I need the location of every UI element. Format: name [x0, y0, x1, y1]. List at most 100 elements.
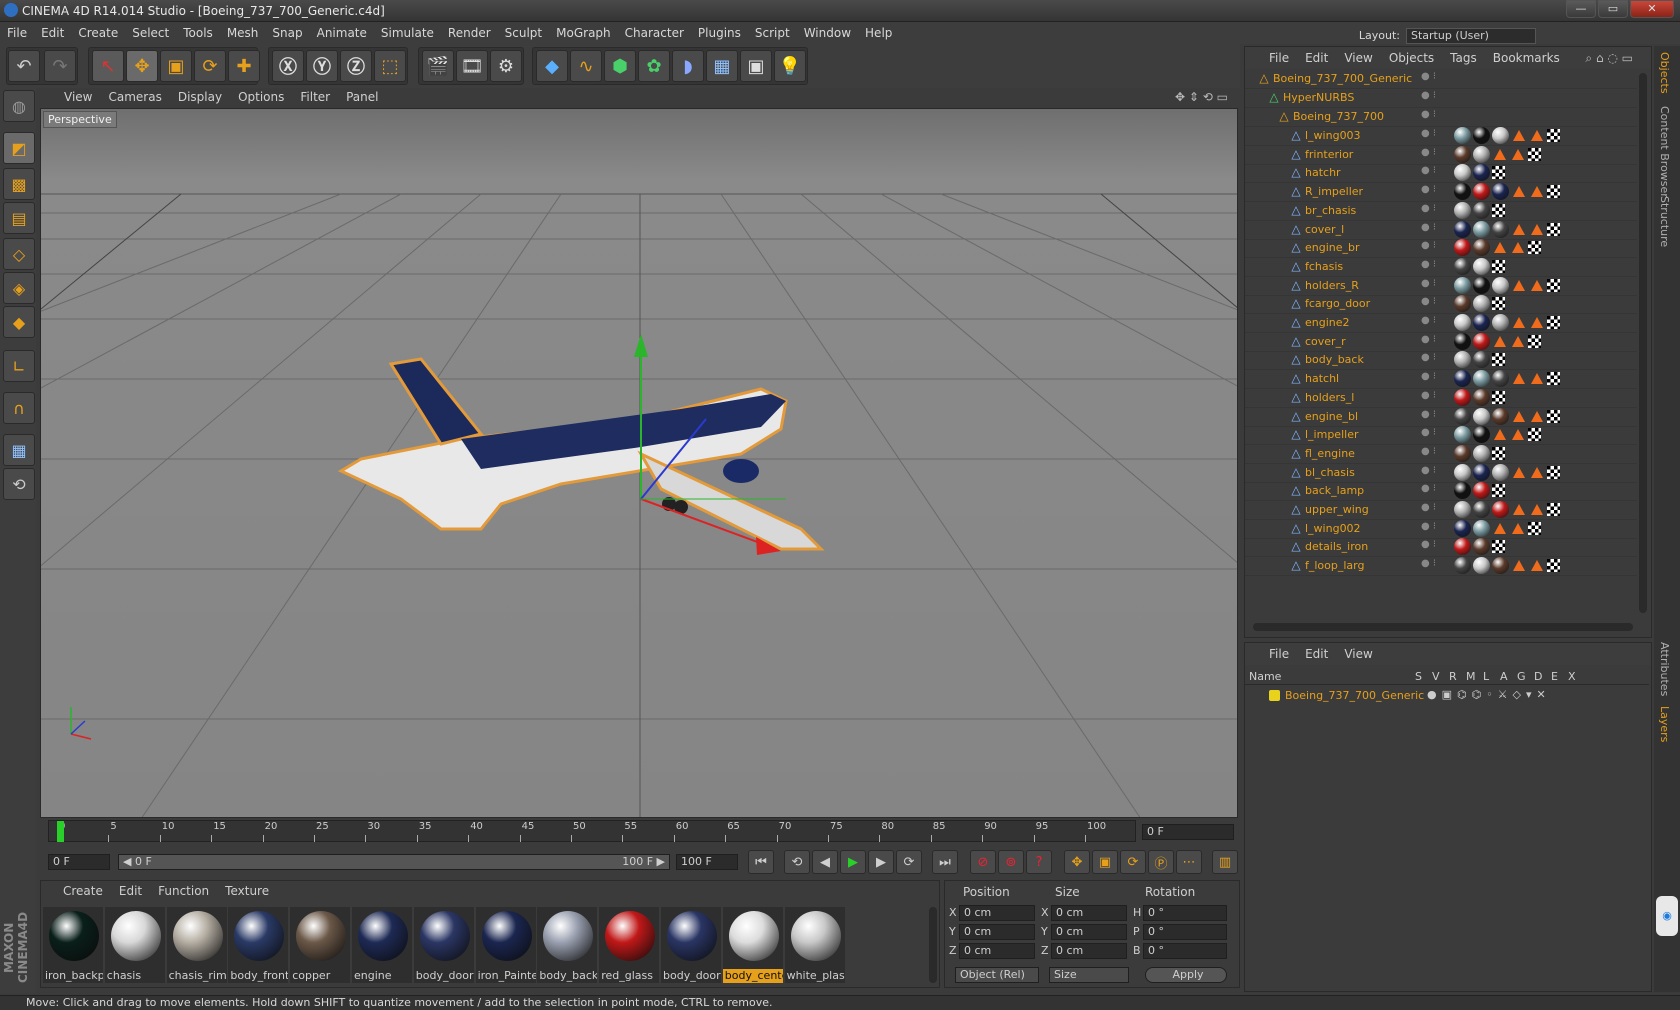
material-item[interactable]: engine [352, 907, 412, 983]
visibility-dots-icon[interactable]: ● ⁝ [1421, 165, 1436, 176]
texture-tag-icon[interactable] [1531, 223, 1543, 235]
axis-mode-icon[interactable]: ∟ [3, 350, 35, 382]
material-tag-icon[interactable] [1492, 127, 1509, 144]
material-tag-icon[interactable] [1454, 538, 1471, 556]
coord-rot-field[interactable]: 0 ° [1143, 905, 1227, 921]
obj-menu-tags[interactable]: Tags [1442, 47, 1485, 69]
uvw-tag-icon[interactable] [1492, 166, 1505, 180]
texture-tag-icon[interactable] [1494, 429, 1506, 441]
coord-pos-field[interactable]: 0 cm [959, 905, 1035, 921]
render-picture-viewer-icon[interactable]: 🎞 [456, 50, 488, 82]
auto-keying-icon[interactable]: ⊚ [998, 850, 1024, 874]
material-tag-icon[interactable] [1473, 538, 1490, 556]
coordinate-system-icon[interactable]: ⬚ [374, 50, 406, 82]
material-tag-icon[interactable] [1473, 557, 1490, 575]
material-item[interactable]: chasis_rim [166, 907, 227, 983]
material-tag-icon[interactable] [1492, 407, 1509, 425]
visibility-dots-icon[interactable]: ● ⁝ [1421, 371, 1436, 382]
visibility-dots-icon[interactable]: ● ⁝ [1421, 446, 1436, 457]
texture-tag-icon[interactable] [1512, 335, 1524, 347]
mat-menu-create[interactable]: Create [55, 881, 111, 901]
texture-tag-icon[interactable] [1531, 279, 1543, 291]
uvw-tag-icon[interactable] [1547, 278, 1560, 292]
material-tag-icon[interactable] [1492, 183, 1509, 201]
render-view-icon[interactable]: 🎬 [422, 50, 454, 82]
visibility-dots-icon[interactable]: ● ⁝ [1421, 502, 1436, 513]
coord-rot-field[interactable]: 0 ° [1143, 924, 1227, 940]
object-row[interactable]: △ fchasis ● ⁝ [1245, 257, 1637, 277]
material-tag-icon[interactable] [1473, 314, 1490, 331]
material-tag-icon[interactable] [1454, 557, 1471, 575]
menu-window[interactable]: Window [797, 22, 858, 44]
vp-menu-cameras[interactable]: Cameras [100, 88, 169, 106]
object-row[interactable]: △ engine2 ● ⁝ [1245, 313, 1637, 333]
texture-tag-icon[interactable] [1512, 242, 1524, 254]
vp-menu-panel[interactable]: Panel [338, 88, 386, 106]
material-item[interactable]: body_door [661, 907, 721, 983]
object-row[interactable]: △ body_back ● ⁝ [1245, 350, 1637, 371]
polygons-mode-icon[interactable]: ◆ [3, 306, 35, 338]
cube-icon[interactable]: ◆ [536, 50, 568, 82]
uvw-tag-icon[interactable] [1528, 334, 1541, 348]
material-tag-icon[interactable] [1492, 557, 1509, 575]
texture-tag-icon[interactable] [1531, 504, 1543, 515]
coord-pos-field[interactable]: 0 cm [959, 924, 1035, 940]
coord-mode-select[interactable]: Object (Rel) [955, 967, 1039, 983]
mograph-cloner-icon[interactable]: ✿ [638, 50, 670, 82]
visibility-dots-icon[interactable]: ● ⁝ [1421, 278, 1436, 289]
keyframe-selection-icon[interactable]: ? [1026, 850, 1052, 874]
spline-icon[interactable]: ∿ [570, 50, 602, 82]
menu-character[interactable]: Character [618, 22, 691, 44]
tab-objects[interactable]: Objects [1658, 52, 1671, 94]
mat-menu-function[interactable]: Function [150, 881, 217, 901]
object-row[interactable]: △ l_wing002 ● ⁝ [1245, 519, 1637, 539]
material-tag-icon[interactable] [1454, 501, 1471, 518]
uvw-tag-icon[interactable] [1492, 390, 1505, 404]
material-tag-icon[interactable] [1492, 501, 1509, 518]
object-row[interactable]: △ holders_R ● ⁝ [1245, 276, 1637, 296]
model-mode-icon[interactable]: ◩ [3, 132, 35, 164]
menu-script[interactable]: Script [748, 22, 797, 44]
mat-menu-edit[interactable]: Edit [111, 881, 150, 901]
material-tag-icon[interactable] [1454, 388, 1471, 406]
layer-menu-view[interactable]: View [1336, 643, 1380, 665]
vp-menu-options[interactable]: Options [230, 88, 292, 106]
texture-mode-icon[interactable]: ▩ [3, 168, 35, 200]
object-row[interactable]: △ holders_l ● ⁝ [1245, 388, 1637, 408]
render-settings-icon[interactable]: ⚙ [490, 50, 522, 82]
material-tag-icon[interactable] [1454, 276, 1471, 294]
obj-menu-edit[interactable]: Edit [1297, 47, 1336, 69]
coord-size-select[interactable]: Size [1049, 967, 1129, 983]
perspective-viewport[interactable]: Perspective [40, 108, 1238, 818]
texture-tag-icon[interactable] [1494, 335, 1506, 347]
key-scale-icon[interactable]: ▣ [1092, 850, 1118, 874]
texture-tag-icon[interactable] [1512, 522, 1524, 534]
texture-tag-icon[interactable] [1531, 560, 1543, 572]
key-rotation-icon[interactable]: ⟳ [1120, 850, 1146, 874]
go-to-end-icon[interactable]: ⏭ [932, 850, 958, 874]
visibility-dots-icon[interactable]: ● ⁝ [1421, 539, 1436, 550]
layer-menu-edit[interactable]: Edit [1297, 643, 1336, 665]
material-tag-icon[interactable] [1473, 426, 1490, 444]
texture-tag-icon[interactable] [1513, 279, 1525, 291]
material-tag-icon[interactable] [1473, 257, 1490, 275]
texture-tag-icon[interactable] [1512, 429, 1524, 441]
obj-search-icon[interactable]: ⌕ ⌂ ◌ ▭ [1577, 47, 1641, 69]
uvw-tag-icon[interactable] [1547, 185, 1560, 199]
uvw-tag-icon[interactable] [1528, 521, 1541, 535]
uvw-tag-icon[interactable] [1547, 559, 1560, 573]
texture-tag-icon[interactable] [1531, 130, 1543, 141]
material-tag-icon[interactable] [1473, 332, 1490, 350]
material-tag-icon[interactable] [1454, 314, 1471, 331]
vp-menu-display[interactable]: Display [170, 88, 230, 106]
material-tag-icon[interactable] [1473, 127, 1490, 144]
object-row[interactable]: △ bl_chasis ● ⁝ [1245, 463, 1637, 483]
uvw-tag-icon[interactable] [1528, 147, 1541, 161]
material-item[interactable]: iron_backp [43, 907, 103, 983]
camera-icon[interactable]: ▣ [740, 50, 772, 82]
uvw-tag-icon[interactable] [1547, 503, 1560, 516]
object-row[interactable]: △ hatchl ● ⁝ [1245, 369, 1637, 390]
material-tag-icon[interactable] [1454, 145, 1471, 163]
material-tag-icon[interactable] [1473, 164, 1490, 182]
visibility-dots-icon[interactable]: ● ⁝ [1421, 390, 1436, 401]
